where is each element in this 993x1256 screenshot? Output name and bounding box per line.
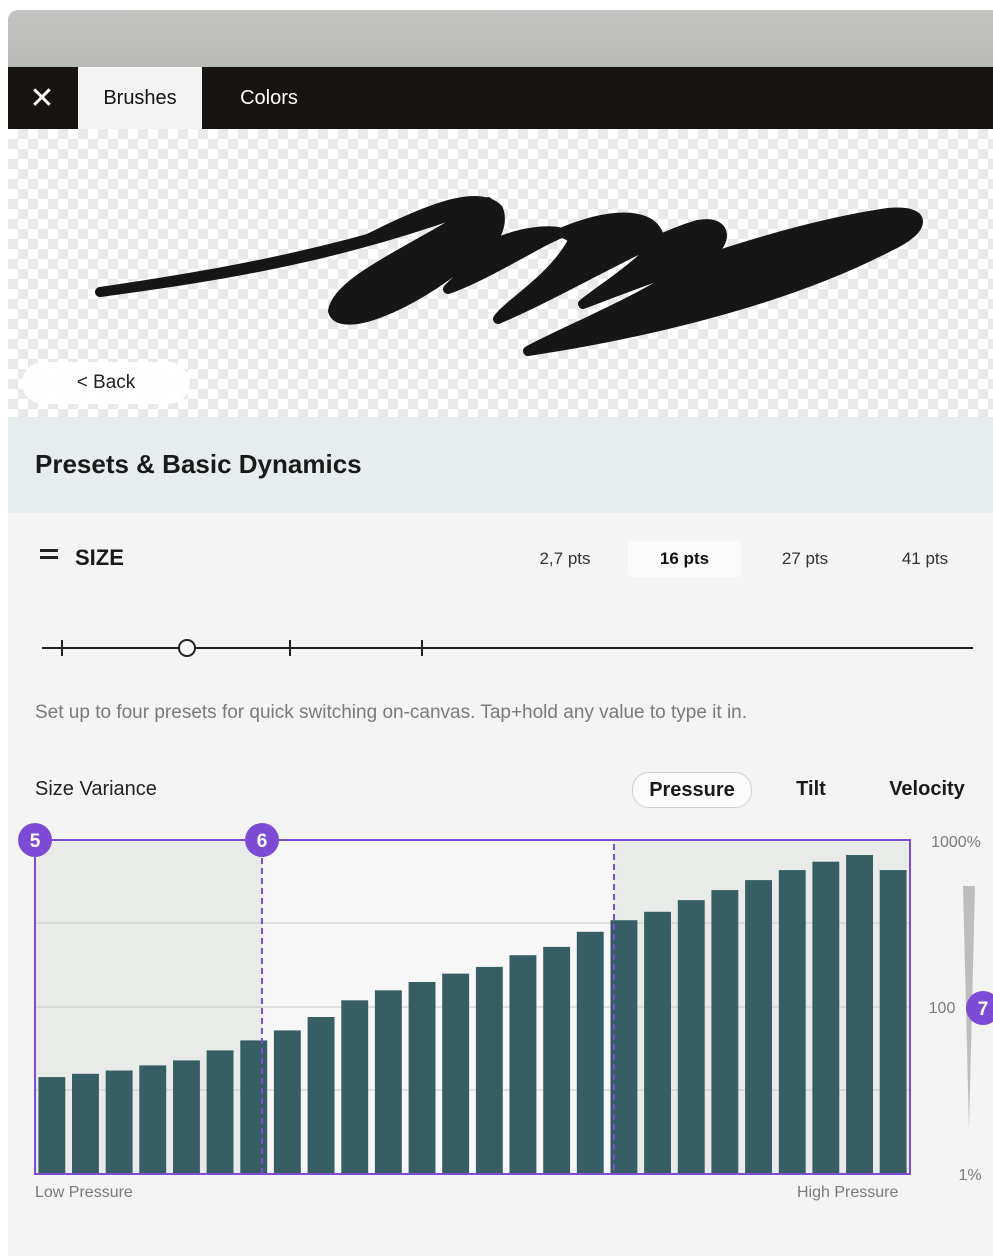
marker-5-label: 5: [30, 831, 41, 852]
x-axis-high-label: High Pressure: [797, 1184, 899, 1201]
chart-bar[interactable]: [206, 1050, 234, 1174]
chart-bar[interactable]: [139, 1065, 167, 1174]
mode-pressure-button[interactable]: Pressure: [632, 772, 752, 808]
chart-bar[interactable]: [879, 870, 907, 1174]
drag-handle-icon[interactable]: [40, 549, 58, 559]
chart-bar[interactable]: [341, 1000, 369, 1174]
x-axis-low-label: Low Pressure: [35, 1184, 133, 1201]
mode-velocity-button[interactable]: Velocity: [880, 772, 974, 806]
chart-bar[interactable]: [509, 955, 537, 1174]
y-tick-label: 1%: [958, 1167, 981, 1184]
chart-bar[interactable]: [408, 982, 436, 1174]
top-bar: [8, 10, 993, 67]
chart-bar[interactable]: [745, 880, 772, 1174]
chart-bar[interactable]: [812, 861, 840, 1174]
chart-bar[interactable]: [273, 1030, 301, 1174]
chart-bar[interactable]: [442, 973, 470, 1174]
size-label: SIZE: [75, 545, 124, 570]
back-button[interactable]: < Back: [22, 362, 190, 404]
size-variance-chart[interactable]: 5 6 1000% 100 1% 7: [8, 820, 993, 1210]
chart-bar[interactable]: [711, 890, 739, 1174]
y-tick-label: 1000%: [931, 834, 981, 851]
close-icon[interactable]: ✕: [8, 67, 76, 129]
marker-7-label: 7: [978, 999, 989, 1020]
chart-bar[interactable]: [374, 990, 402, 1174]
preset-3[interactable]: 27 pts: [754, 541, 856, 577]
chart-bar[interactable]: [543, 946, 571, 1174]
chart-bar[interactable]: [307, 1017, 335, 1174]
chart-bar[interactable]: [72, 1073, 99, 1174]
app-window: ✕ Brushes Colors < Back Presets & Basic …: [8, 10, 993, 1256]
chart-bar[interactable]: [475, 966, 503, 1174]
size-slider[interactable]: [8, 630, 993, 670]
chart-bar[interactable]: [644, 911, 671, 1174]
chart-bar[interactable]: [846, 855, 873, 1174]
section-title: Presets & Basic Dynamics: [35, 449, 362, 479]
preset-4[interactable]: 41 pts: [874, 541, 976, 577]
tab-colors[interactable]: Colors: [210, 67, 328, 129]
slider-thumb: [178, 639, 196, 657]
size-row: SIZE 2,7 pts 16 pts 27 pts 41 pts: [8, 513, 993, 603]
brush-preview: < Back: [8, 129, 993, 417]
preset-1[interactable]: 2,7 pts: [514, 541, 616, 577]
chart-bar[interactable]: [576, 931, 604, 1174]
tab-bar: ✕ Brushes Colors: [8, 67, 993, 129]
chart-bar[interactable]: [778, 870, 806, 1174]
chart-bar[interactable]: [38, 1077, 66, 1174]
section-header: Presets & Basic Dynamics: [8, 417, 993, 513]
preset-2[interactable]: 16 pts: [628, 541, 741, 577]
marker-6-label: 6: [257, 831, 268, 852]
mode-tilt-button[interactable]: Tilt: [784, 772, 838, 806]
chart-bar[interactable]: [105, 1070, 133, 1175]
chart-bar[interactable]: [173, 1060, 200, 1174]
help-text: Set up to four presets for quick switchi…: [35, 702, 748, 723]
y-tick-label: 100: [929, 1000, 956, 1017]
size-variance-label: Size Variance: [35, 778, 157, 800]
chart-bar[interactable]: [240, 1040, 268, 1174]
tab-brushes[interactable]: Brushes: [78, 67, 202, 129]
chart-bar[interactable]: [677, 900, 705, 1174]
